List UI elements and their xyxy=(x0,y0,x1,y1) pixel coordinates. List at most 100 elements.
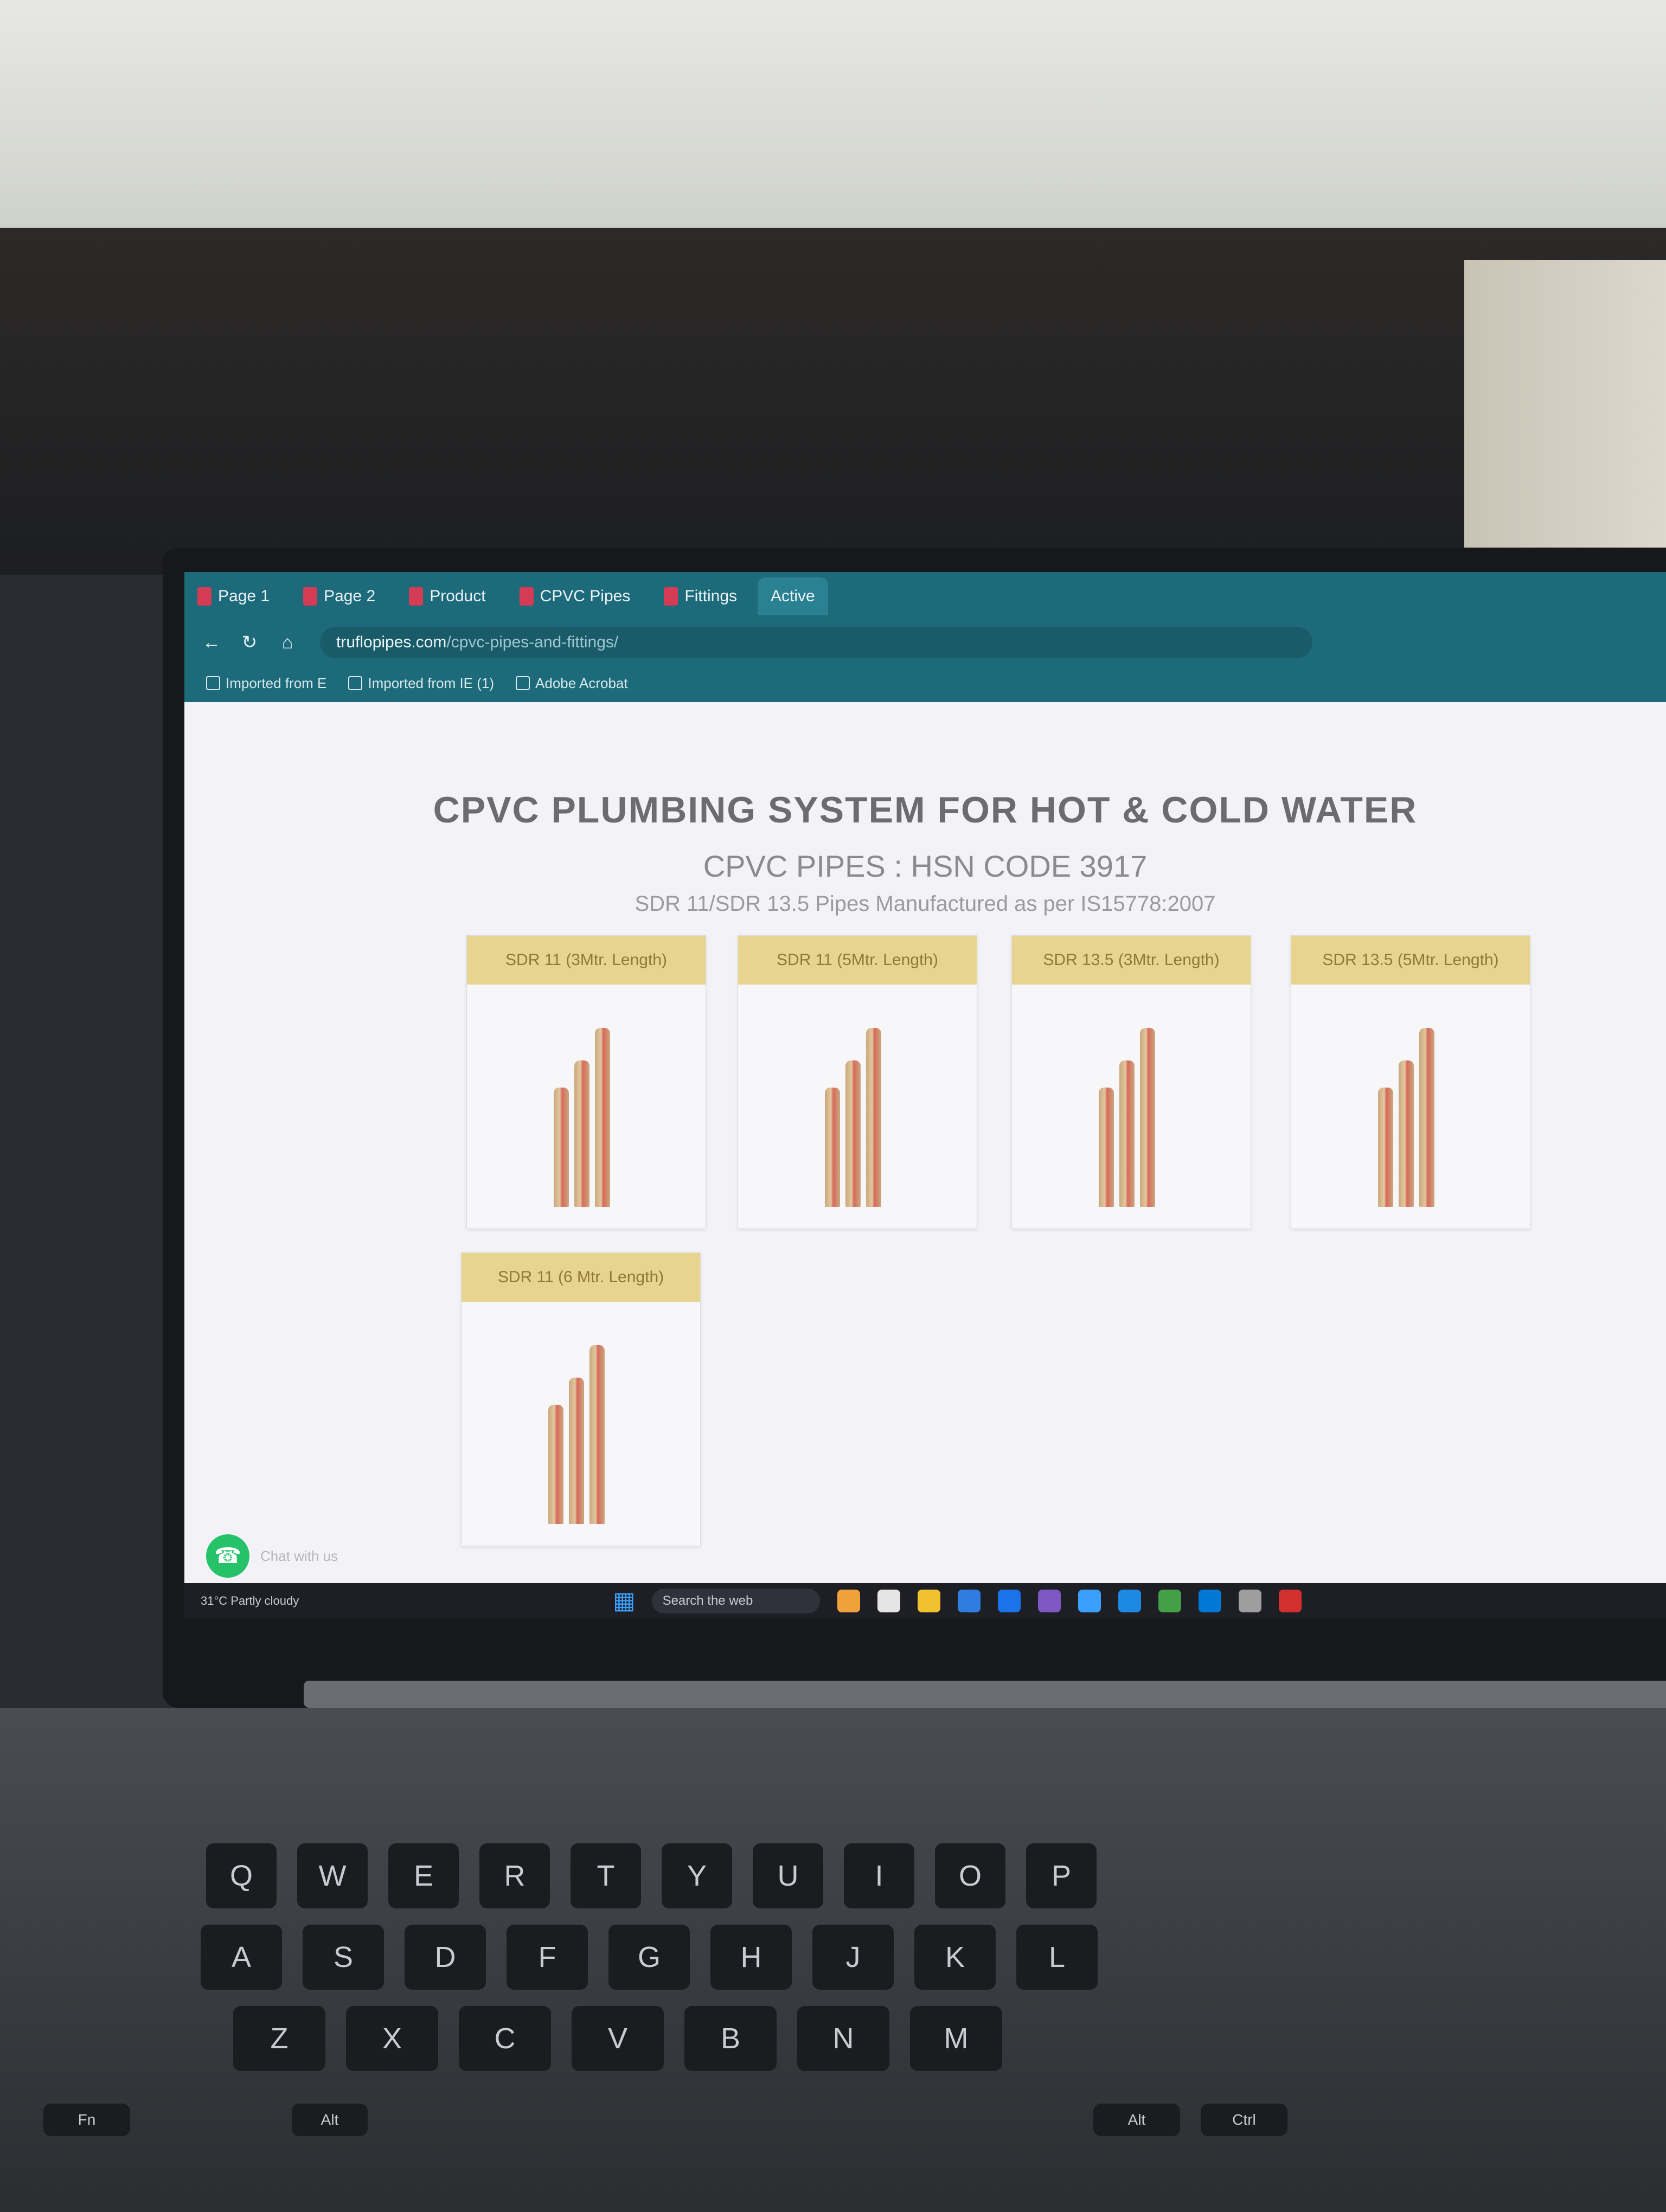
key[interactable]: G xyxy=(608,1925,690,1990)
key[interactable]: V xyxy=(572,2006,664,2071)
key[interactable]: I xyxy=(844,1843,914,1908)
tab-favicon-icon xyxy=(303,587,318,606)
whatsapp-label: Chat with us xyxy=(260,1547,338,1564)
tab-page-2[interactable]: Page 2 xyxy=(290,577,388,615)
alt-key[interactable]: Alt xyxy=(292,2104,368,2136)
tab-label: Fittings xyxy=(684,587,738,605)
folder-icon xyxy=(348,676,363,690)
key[interactable]: J xyxy=(812,1925,894,1990)
pipes-image xyxy=(1367,1012,1454,1207)
ctrl-key[interactable]: Ctrl xyxy=(1201,2104,1287,2136)
tab-cpvc-pipes[interactable]: CPVC Pipes xyxy=(507,577,644,615)
page-subtitle: CPVC PIPES : HSN CODE 3917 xyxy=(703,849,1148,883)
taskbar-app-icon[interactable] xyxy=(1078,1589,1101,1612)
pipes-image xyxy=(1088,1012,1175,1207)
product-card-title: SDR 11 (3Mtr. Length) xyxy=(467,936,706,985)
tab-label: Active xyxy=(771,587,815,605)
taskbar-app-icon[interactable] xyxy=(1238,1589,1261,1612)
key[interactable]: Z xyxy=(233,2006,325,2071)
url-domain: truflopipes.com xyxy=(336,633,447,651)
key[interactable]: H xyxy=(710,1925,792,1990)
background-shelf xyxy=(1464,260,1666,564)
key[interactable]: E xyxy=(388,1843,459,1908)
acrobat-icon xyxy=(516,676,530,690)
key[interactable]: W xyxy=(297,1843,368,1908)
pipes-image xyxy=(814,1012,901,1207)
taskbar-app-icon[interactable] xyxy=(997,1589,1021,1612)
key[interactable]: F xyxy=(507,1925,588,1990)
pipes-image xyxy=(543,1012,630,1207)
bookmark-item[interactable]: Imported from IE (1) xyxy=(348,675,494,692)
key[interactable]: R xyxy=(479,1843,550,1908)
taskbar-app-icon[interactable] xyxy=(1037,1589,1061,1612)
taskbar-app-icon[interactable] xyxy=(837,1589,860,1612)
tab-fittings[interactable]: Fittings xyxy=(651,577,750,615)
tab-label: CPVC Pipes xyxy=(540,587,631,605)
key[interactable]: O xyxy=(935,1843,1005,1908)
key[interactable]: M xyxy=(910,2006,1002,2071)
page-title: CPVC PLUMBING SYSTEM FOR HOT & COLD WATE… xyxy=(433,789,1418,831)
bookmarks-bar: Imported from E Imported from IE (1) Ado… xyxy=(184,664,1666,702)
key[interactable]: A xyxy=(201,1925,282,1990)
key[interactable]: Y xyxy=(662,1843,732,1908)
keyboard-row-zxcv: Z X C V B N M xyxy=(233,2006,1023,2071)
bookmark-label: Imported from E xyxy=(226,674,327,691)
taskbar-app-icon[interactable] xyxy=(957,1589,981,1612)
tab-active[interactable]: Active xyxy=(758,577,828,615)
taskbar-app-icon[interactable] xyxy=(1278,1589,1302,1612)
key[interactable]: K xyxy=(914,1925,996,1990)
tab-favicon-icon xyxy=(664,587,678,606)
folder-icon xyxy=(206,676,220,690)
product-card-title: SDR 11 (6 Mtr. Length) xyxy=(462,1253,700,1302)
tab-product[interactable]: Product xyxy=(396,577,498,615)
browser-chrome: Page 1 Page 2 Product CPVC Pipes Fitting… xyxy=(184,572,1666,702)
key[interactable]: N xyxy=(797,2006,889,2071)
home-icon[interactable]: ⌂ xyxy=(277,632,298,653)
reload-icon[interactable]: ↻ xyxy=(239,632,260,653)
key[interactable]: D xyxy=(405,1925,486,1990)
product-card[interactable]: SDR 11 (6 Mtr. Length) xyxy=(461,1252,701,1546)
tab-label: Page 2 xyxy=(324,587,376,605)
whatsapp-chat-button[interactable]: ☎ Chat with us xyxy=(206,1534,338,1578)
taskbar-app-icon[interactable] xyxy=(1198,1589,1221,1612)
key[interactable]: T xyxy=(571,1843,641,1908)
bookmark-item[interactable]: Adobe Acrobat xyxy=(516,675,628,692)
background-wall xyxy=(0,0,1666,228)
tab-label: Product xyxy=(430,587,486,605)
folder-icon[interactable] xyxy=(917,1589,940,1612)
key[interactable]: Q xyxy=(206,1843,277,1908)
alt-key[interactable]: Alt xyxy=(1093,2104,1180,2136)
search-placeholder: Search the web xyxy=(662,1593,753,1608)
key[interactable]: U xyxy=(753,1843,823,1908)
windows-start-icon[interactable]: ▦ xyxy=(613,1587,636,1615)
url-path: /cpvc-pipes-and-fittings/ xyxy=(446,633,619,651)
url-field[interactable]: truflopipes.com /cpvc-pipes-and-fittings… xyxy=(320,627,1312,658)
keyboard-row-asdf: A S D F G H J K L xyxy=(201,1925,1118,1990)
product-card-title: SDR 11 (5Mtr. Length) xyxy=(738,936,977,985)
product-card-title: SDR 13.5 (3Mtr. Length) xyxy=(1012,936,1251,985)
product-card[interactable]: SDR 13.5 (3Mtr. Length) xyxy=(1011,935,1251,1229)
key[interactable]: C xyxy=(459,2006,551,2071)
key[interactable]: X xyxy=(346,2006,438,2071)
product-card[interactable]: SDR 13.5 (5Mtr. Length) xyxy=(1291,935,1530,1229)
back-arrow-icon[interactable]: ← xyxy=(201,632,222,653)
taskbar-app-icon[interactable] xyxy=(877,1589,900,1612)
bookmark-item[interactable]: Imported from E xyxy=(206,675,326,692)
weather-widget[interactable]: 31°C Partly cloudy xyxy=(201,1594,309,1608)
whatsapp-icon: ☎ xyxy=(206,1534,249,1578)
product-card[interactable]: SDR 11 (3Mtr. Length) xyxy=(466,935,706,1229)
edge-icon[interactable] xyxy=(1118,1589,1141,1612)
keyboard-row-bottom: Fn Alt Alt Ctrl xyxy=(43,2104,1308,2136)
tab-page-1[interactable]: Page 1 xyxy=(184,577,283,615)
key[interactable]: L xyxy=(1016,1925,1098,1990)
tab-bar: Page 1 Page 2 Product CPVC Pipes Fitting… xyxy=(184,572,1666,621)
key[interactable]: B xyxy=(684,2006,777,2071)
bookmark-label: Adobe Acrobat xyxy=(535,674,628,691)
laptop-hinge xyxy=(304,1681,1666,1708)
key[interactable]: S xyxy=(303,1925,384,1990)
product-card[interactable]: SDR 11 (5Mtr. Length) xyxy=(738,935,977,1229)
key[interactable]: P xyxy=(1026,1843,1097,1908)
taskbar-search[interactable]: Search the web xyxy=(651,1588,820,1613)
chrome-icon[interactable] xyxy=(1158,1589,1181,1612)
fn-key[interactable]: Fn xyxy=(43,2104,130,2136)
